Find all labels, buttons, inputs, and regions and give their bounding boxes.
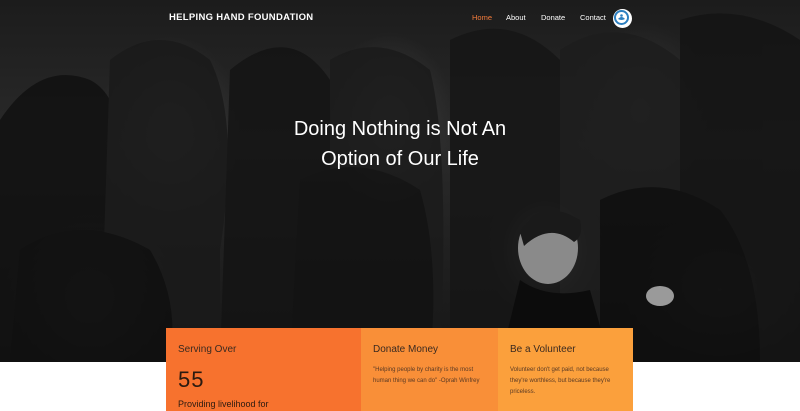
serving-card-subtitle: Providing livelihood for — [178, 399, 269, 409]
donate-card-quote: "Helping people by charity is the most h… — [373, 367, 480, 384]
nav-contact[interactable]: Contact — [580, 13, 606, 22]
nav-home[interactable]: Home — [472, 13, 492, 22]
volunteer-card-text: Volunteer don't get paid, not because th… — [510, 367, 611, 395]
brand-name[interactable]: HELPING HAND FOUNDATION — [169, 12, 313, 23]
nav-donate[interactable]: Donate — [541, 13, 565, 22]
hero-headline-line-1: Doing Nothing is Not An — [293, 118, 507, 140]
nav-about[interactable]: About — [506, 13, 526, 22]
navbar: HELPING HAND FOUNDATION Home About Donat… — [0, 0, 800, 38]
helping-hand-logo-icon[interactable] — [613, 9, 632, 28]
info-cards: Serving Over 55 Providing livelihood for… — [166, 328, 633, 411]
hero-background-image — [0, 13, 800, 362]
donate-card[interactable]: Donate Money "Helping people by charity … — [361, 328, 498, 411]
volunteer-card[interactable]: Be a Volunteer Volunteer don't get paid,… — [498, 328, 633, 411]
donate-card-title: Donate Money — [373, 344, 439, 355]
volunteer-card-title: Be a Volunteer — [510, 344, 576, 355]
serving-card-number: 55 — [178, 367, 205, 392]
serving-card-title: Serving Over — [178, 344, 237, 355]
hero-headline: Doing Nothing is Not An Option of Our Li… — [250, 114, 550, 174]
hero-banner: HELPING HAND FOUNDATION Home About Donat… — [0, 0, 800, 362]
hero-headline-line-2: Option of Our Life — [321, 148, 479, 170]
serving-card: Serving Over 55 Providing livelihood for — [166, 328, 361, 411]
